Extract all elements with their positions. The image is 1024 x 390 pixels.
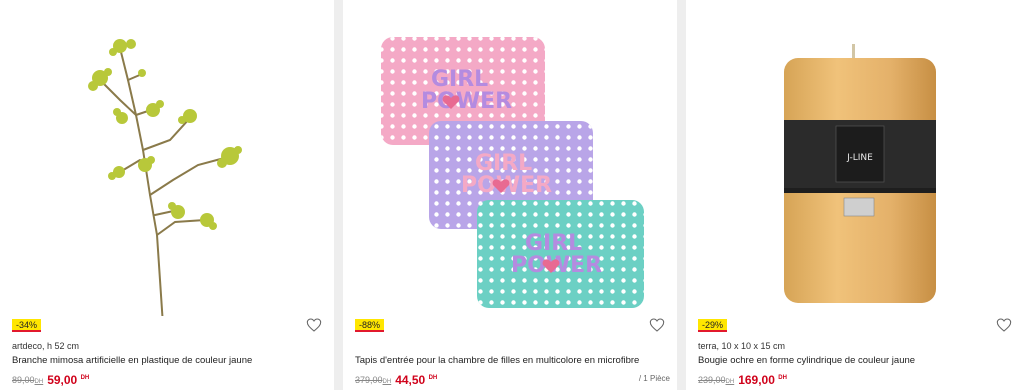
- mat-text-power: POWER: [421, 89, 512, 114]
- product-image[interactable]: [0, 0, 334, 316]
- old-price: 89,00DH: [12, 374, 44, 385]
- product-card[interactable]: GIRL POWER GIRL POWER GIRL POWER -88% Ta…: [343, 0, 677, 390]
- product-grid: -34% artdeco, h 52 cm Branche mimosa art…: [0, 0, 1024, 390]
- discount-badge: -88%: [355, 319, 385, 332]
- product-subtitle: terra, 10 x 10 x 15 cm: [698, 341, 786, 351]
- product-card[interactable]: -34% artdeco, h 52 cm Branche mimosa art…: [0, 0, 334, 390]
- price-row: 239,00DH 169,00 DH: [698, 371, 787, 387]
- current-price: 44,50 DH: [395, 372, 438, 387]
- discount-badge: -34%: [12, 319, 42, 332]
- price-unit: / 1 Pièce: [638, 374, 670, 383]
- discount-badge: -29%: [698, 319, 728, 332]
- product-image[interactable]: J-LINE: [686, 0, 1024, 316]
- old-price: 379,00DH: [355, 374, 392, 385]
- heart-outline-icon[interactable]: [306, 317, 322, 333]
- current-price: 169,00 DH: [738, 372, 787, 387]
- product-card[interactable]: J-LINE -29% terra, 10 x 10 x 15 cm Bougi…: [686, 0, 1024, 390]
- current-price: 59,00 DH: [47, 372, 90, 387]
- price-row: 379,00DH 44,50 DH: [355, 371, 438, 387]
- product-image[interactable]: GIRL POWER GIRL POWER GIRL POWER: [343, 0, 677, 316]
- product-subtitle: artdeco, h 52 cm: [12, 341, 80, 351]
- product-title[interactable]: Branche mimosa artificielle en plastique…: [12, 355, 252, 366]
- heart-outline-icon[interactable]: [996, 317, 1012, 333]
- brand-label: J-LINE: [846, 153, 873, 163]
- old-price: 239,00DH: [698, 374, 735, 385]
- product-title[interactable]: Bougie ochre en forme cylindrique de cou…: [698, 355, 915, 366]
- product-title[interactable]: Tapis d'entrée pour la chambre de filles…: [355, 355, 639, 366]
- heart-outline-icon[interactable]: [649, 317, 665, 333]
- price-row: 89,00DH 59,00 DH: [12, 371, 90, 387]
